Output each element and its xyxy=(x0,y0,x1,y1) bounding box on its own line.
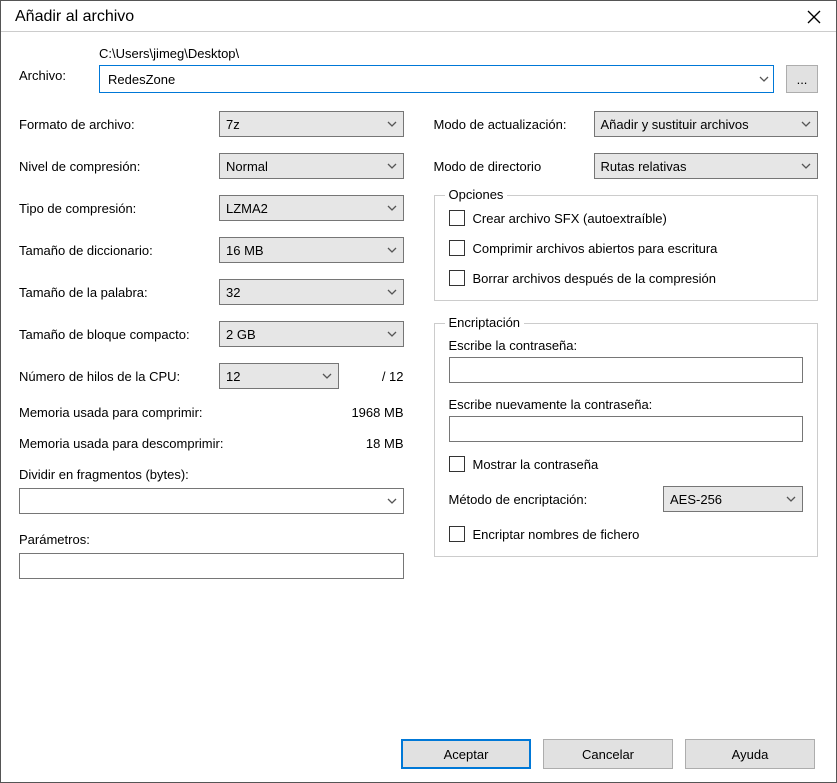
chevron-down-icon xyxy=(387,494,397,509)
cpu-threads-select[interactable]: 12 xyxy=(219,363,339,389)
cancel-label: Cancelar xyxy=(582,747,634,762)
memory-decompress-label: Memoria usada para descomprimir: xyxy=(19,436,223,451)
browse-button[interactable]: ... xyxy=(786,65,818,93)
block-size-label: Tamaño de bloque compacto: xyxy=(19,327,219,342)
ok-label: Aceptar xyxy=(444,747,489,762)
cpu-threads-total: / 12 xyxy=(382,369,404,384)
compression-level-select[interactable]: Normal xyxy=(219,153,404,179)
chevron-down-icon xyxy=(387,243,397,258)
encrypt-filenames-checkbox[interactable] xyxy=(449,526,465,542)
encryption-group: Encriptación Escribe la contraseña: Escr… xyxy=(434,323,819,557)
browse-label: ... xyxy=(797,72,808,87)
delete-after-label: Borrar archivos después de la compresión xyxy=(473,271,717,286)
cancel-button[interactable]: Cancelar xyxy=(543,739,673,769)
password-input[interactable] xyxy=(449,357,804,383)
split-volumes-label: Dividir en fragmentos (bytes): xyxy=(19,467,404,482)
word-size-select[interactable]: 32 xyxy=(219,279,404,305)
compression-method-select[interactable]: LZMA2 xyxy=(219,195,404,221)
encrypt-filenames-label: Encriptar nombres de fichero xyxy=(473,527,640,542)
format-label: Formato de archivo: xyxy=(19,117,219,132)
path-mode-select[interactable]: Rutas relativas xyxy=(594,153,819,179)
chevron-down-icon xyxy=(387,159,397,174)
options-group: Opciones Crear archivo SFX (autoextraíbl… xyxy=(434,195,819,301)
path-mode-value: Rutas relativas xyxy=(601,159,687,174)
update-mode-label: Modo de actualización: xyxy=(434,117,594,132)
show-password-checkbox[interactable] xyxy=(449,456,465,472)
encryption-method-value: AES-256 xyxy=(670,492,722,507)
show-password-label: Mostrar la contraseña xyxy=(473,457,599,472)
chevron-down-icon xyxy=(387,327,397,342)
parameters-label: Parámetros: xyxy=(19,532,404,547)
dictionary-size-value: 16 MB xyxy=(226,243,264,258)
encryption-method-select[interactable]: AES-256 xyxy=(663,486,803,512)
cpu-threads-value: 12 xyxy=(226,369,240,384)
format-value: 7z xyxy=(226,117,240,132)
options-legend: Opciones xyxy=(445,187,508,202)
block-size-select[interactable]: 2 GB xyxy=(219,321,404,347)
dictionary-size-select[interactable]: 16 MB xyxy=(219,237,404,263)
sfx-label: Crear archivo SFX (autoextraíble) xyxy=(473,211,667,226)
chevron-down-icon xyxy=(322,369,332,384)
chevron-down-icon xyxy=(801,159,811,174)
encryption-legend: Encriptación xyxy=(445,315,525,330)
chevron-down-icon xyxy=(387,285,397,300)
help-button[interactable]: Ayuda xyxy=(685,739,815,769)
compression-method-value: LZMA2 xyxy=(226,201,268,216)
archive-name-value: RedesZone xyxy=(108,72,175,87)
memory-compress-label: Memoria usada para comprimir: xyxy=(19,405,203,420)
path-mode-label: Modo de directorio xyxy=(434,159,594,174)
ok-button[interactable]: Aceptar xyxy=(401,739,531,769)
password-confirm-input[interactable] xyxy=(449,416,804,442)
chevron-down-icon xyxy=(801,117,811,132)
compress-shared-label: Comprimir archivos abiertos para escritu… xyxy=(473,241,718,256)
archive-path: C:\Users\jimeg\Desktop\ xyxy=(99,46,818,61)
word-size-label: Tamaño de la palabra: xyxy=(19,285,219,300)
compress-shared-checkbox[interactable] xyxy=(449,240,465,256)
password-label: Escribe la contraseña: xyxy=(449,338,804,353)
compression-method-label: Tipo de compresión: xyxy=(19,201,219,216)
parameters-input[interactable] xyxy=(19,553,404,579)
encryption-method-label: Método de encriptación: xyxy=(449,492,654,507)
memory-compress-value: 1968 MB xyxy=(351,405,403,420)
format-select[interactable]: 7z xyxy=(219,111,404,137)
archive-label: Archivo: xyxy=(19,46,99,83)
compression-level-value: Normal xyxy=(226,159,268,174)
close-icon xyxy=(807,10,821,24)
delete-after-checkbox[interactable] xyxy=(449,270,465,286)
chevron-down-icon xyxy=(759,72,769,87)
chevron-down-icon xyxy=(786,492,796,507)
block-size-value: 2 GB xyxy=(226,327,256,342)
update-mode-value: Añadir y sustituir archivos xyxy=(601,117,749,132)
update-mode-select[interactable]: Añadir y sustituir archivos xyxy=(594,111,819,137)
sfx-checkbox[interactable] xyxy=(449,210,465,226)
password-confirm-label: Escribe nuevamente la contraseña: xyxy=(449,397,804,412)
compression-level-label: Nivel de compresión: xyxy=(19,159,219,174)
word-size-value: 32 xyxy=(226,285,240,300)
split-volumes-combo[interactable] xyxy=(19,488,404,514)
chevron-down-icon xyxy=(387,201,397,216)
help-label: Ayuda xyxy=(732,747,769,762)
close-button[interactable] xyxy=(800,7,828,27)
dictionary-size-label: Tamaño de diccionario: xyxy=(19,243,219,258)
window-title: Añadir al archivo xyxy=(15,8,134,26)
archive-name-combo[interactable]: RedesZone xyxy=(99,65,774,93)
memory-decompress-value: 18 MB xyxy=(366,436,404,451)
chevron-down-icon xyxy=(387,117,397,132)
cpu-threads-label: Número de hilos de la CPU: xyxy=(19,369,219,384)
